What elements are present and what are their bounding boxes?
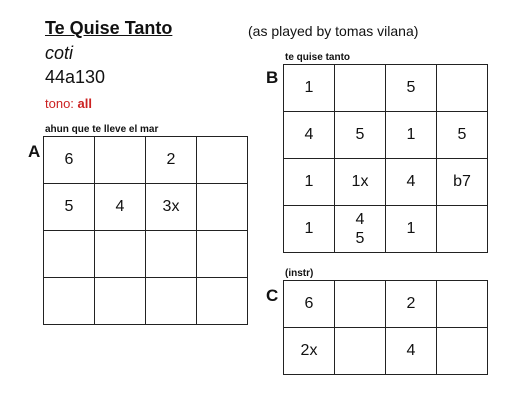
grid-cell <box>43 277 95 325</box>
tono-value: all <box>77 96 92 111</box>
grid-cell <box>196 277 248 325</box>
grid-cell <box>94 230 146 278</box>
grid-row: 2x 4 <box>283 327 488 375</box>
section-a-grid: 6 2 5 4 3x <box>43 136 248 325</box>
grid-cell: 1 <box>385 111 437 159</box>
grid-cell: 4 <box>94 183 146 231</box>
grid-cell: 1 <box>283 205 335 253</box>
grid-row: 62 <box>283 280 488 328</box>
grid-cell: 4 <box>385 327 437 375</box>
section-a-letter: A <box>28 142 41 161</box>
grid-row <box>43 277 248 325</box>
tono-line: tono: all <box>45 96 92 111</box>
grid-cell <box>436 280 488 328</box>
grid-cell <box>145 230 197 278</box>
section-b-caption: te quise tanto <box>285 52 351 63</box>
grid-cell <box>196 183 248 231</box>
section-b-grid: 1 5 4 5 1 5 1 1x 4 b7 1 4 5 1 <box>283 64 488 253</box>
grid-row: 1451 <box>283 205 488 253</box>
chord-value: 5 <box>355 230 365 247</box>
grid-cell <box>145 277 197 325</box>
grid-cell: 1 <box>283 64 335 112</box>
grid-row <box>43 230 248 278</box>
grid-cell <box>43 230 95 278</box>
grid-cell <box>334 64 386 112</box>
section-c-grid: 6 2 2x 4 <box>283 280 488 375</box>
grid-cell <box>436 205 488 253</box>
tono-label: tono: <box>45 96 78 111</box>
stacked-chords: 45 <box>356 210 365 248</box>
grid-row: 4515 <box>283 111 488 159</box>
grid-cell: 4 <box>283 111 335 159</box>
grid-cell: 2x <box>283 327 335 375</box>
grid-cell <box>94 136 146 184</box>
grid-cell <box>196 230 248 278</box>
grid-cell: 45 <box>334 205 386 253</box>
played-by-note: (as played by tomas vilana) <box>248 23 419 39</box>
section-c-caption: (instr) <box>285 268 314 279</box>
grid-cell <box>436 327 488 375</box>
section-c-letter: C <box>266 286 279 305</box>
grid-cell: 3x <box>145 183 197 231</box>
grid-row: 62 <box>43 136 248 184</box>
grid-cell: 5 <box>43 183 95 231</box>
song-title: Te Quise Tanto <box>45 18 173 38</box>
section-b-letter: B <box>266 68 279 87</box>
grid-cell <box>196 136 248 184</box>
grid-row: 15 <box>283 64 488 112</box>
grid-cell <box>334 327 386 375</box>
grid-cell: 2 <box>385 280 437 328</box>
grid-row: 5 4 3x <box>43 183 248 231</box>
grid-cell <box>334 280 386 328</box>
section-a-caption: ahun que te lleve el mar <box>45 124 159 135</box>
grid-cell: 6 <box>43 136 95 184</box>
grid-cell: 6 <box>283 280 335 328</box>
grid-cell <box>94 277 146 325</box>
grid-cell: b7 <box>436 158 488 206</box>
artist-name: coti <box>45 43 74 63</box>
grid-row: 1 1x 4 b7 <box>283 158 488 206</box>
grid-cell: 5 <box>385 64 437 112</box>
grid-cell: 4 <box>385 158 437 206</box>
grid-cell: 2 <box>145 136 197 184</box>
grid-cell: 1 <box>385 205 437 253</box>
grid-cell: 1x <box>334 158 386 206</box>
grid-cell: 5 <box>334 111 386 159</box>
song-code: 44a130 <box>45 67 106 87</box>
grid-cell: 5 <box>436 111 488 159</box>
chord-value: 4 <box>355 211 365 228</box>
grid-cell <box>436 64 488 112</box>
grid-cell: 1 <box>283 158 335 206</box>
